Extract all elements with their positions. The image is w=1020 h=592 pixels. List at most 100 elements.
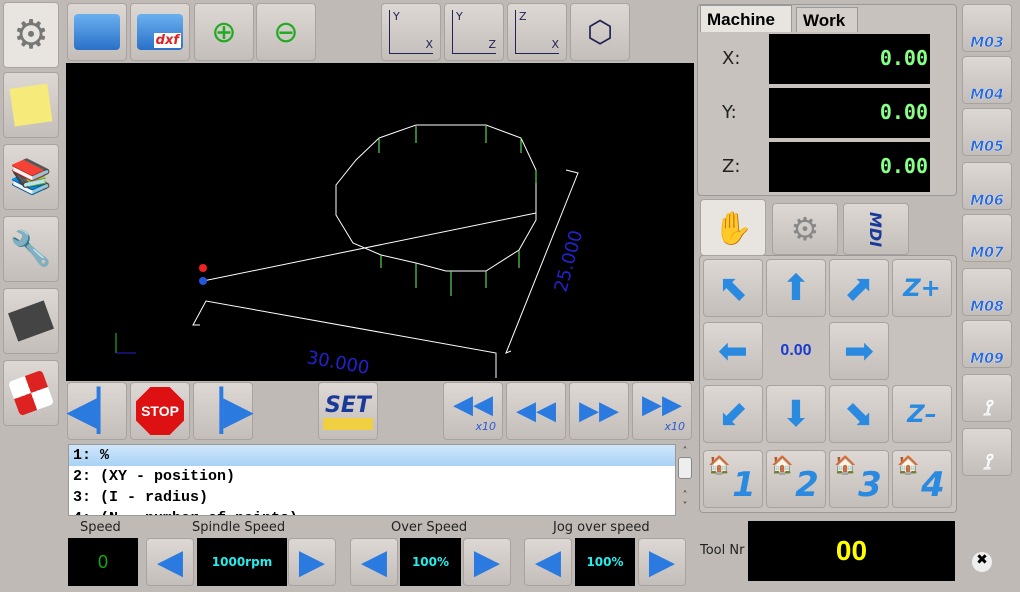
- sidebar-tools[interactable]: 🔧: [3, 216, 59, 282]
- jog-down-left-button[interactable]: ⬋: [703, 385, 763, 443]
- forward-x10-button[interactable]: ▶▶ x10: [632, 382, 692, 440]
- spindle-speed-display: 1000rpm: [197, 538, 287, 586]
- rewind-button[interactable]: ◀◀: [506, 382, 566, 440]
- jog-step-value: 0.00: [780, 342, 812, 359]
- stop-sign-icon: STOP: [136, 387, 184, 435]
- code-line[interactable]: 1: %: [69, 445, 675, 466]
- rewind-icon: ◀◀: [516, 396, 556, 426]
- tool-length-probe-button[interactable]: ⟟: [962, 374, 1012, 422]
- m07-mist-coolant-button[interactable]: M07: [962, 214, 1012, 262]
- axes-zx-icon: ZX: [515, 10, 559, 54]
- jog-up-left-button[interactable]: ⬉: [703, 259, 763, 317]
- spindle-speed-label: Spindle Speed: [192, 520, 286, 535]
- forward-button[interactable]: ▶▶: [569, 382, 629, 440]
- z-position: 0.00: [769, 142, 930, 192]
- set-button[interactable]: SET: [318, 382, 378, 440]
- m06-tool-change-button[interactable]: M06: [962, 162, 1012, 210]
- spindle-touch-icon: ⟟: [982, 450, 992, 475]
- tab-mdi[interactable]: MDI: [843, 203, 909, 255]
- tab-manual[interactable]: ✋: [700, 199, 766, 256]
- jog-right-button[interactable]: ➡: [829, 322, 889, 380]
- jog-up-button[interactable]: ⬆: [766, 259, 826, 317]
- jog-left-button[interactable]: ⬅: [703, 322, 763, 380]
- zoom-out-button[interactable]: ⊖: [256, 3, 316, 61]
- code-line[interactable]: 2: (XY - position): [69, 466, 675, 487]
- tool-touch-off-button[interactable]: ⟟: [962, 428, 1012, 476]
- code-scrollbar[interactable]: ˄ ˄ ˅: [678, 446, 692, 516]
- gears-icon: ⚙: [790, 210, 820, 248]
- prev-button[interactable]: ◀▏: [66, 382, 128, 440]
- axes-xy-icon: YX: [389, 10, 433, 54]
- spindle-decrease-button[interactable]: ◀: [146, 538, 194, 586]
- view-zx-button[interactable]: ZX: [507, 3, 567, 61]
- jog-z-minus-button[interactable]: Z–: [892, 385, 952, 443]
- house-icon: 🏠: [771, 455, 794, 476]
- sidebar-settings[interactable]: ⚙: [3, 2, 59, 68]
- toolpath-drawing: 30.000 25.000: [115, 124, 587, 379]
- jog-speed-increase-button[interactable]: ▶: [638, 538, 686, 586]
- zoom-in-button[interactable]: ⊕: [194, 3, 254, 61]
- open-file-button[interactable]: [67, 3, 127, 61]
- m09-coolant-off-button[interactable]: M09: [962, 320, 1012, 368]
- arrow-left-icon: ◀: [534, 542, 562, 582]
- home-2-button[interactable]: 🏠 2: [766, 450, 826, 508]
- over-speed-decrease-button[interactable]: ◀: [350, 538, 398, 586]
- note-pencil-icon: [9, 83, 53, 127]
- tab-work[interactable]: Work: [796, 7, 858, 32]
- jog-down-button[interactable]: ⬇: [766, 385, 826, 443]
- y-label: Y:: [722, 102, 737, 123]
- jog-speed-decrease-button[interactable]: ◀: [524, 538, 572, 586]
- jog-speed-display: 100%: [575, 538, 635, 586]
- over-speed-label: Over Speed: [391, 520, 468, 535]
- stop-button[interactable]: STOP: [130, 382, 190, 440]
- tool-nr-label: Tool Nr: [700, 543, 745, 558]
- code-line[interactable]: 4: (N - number of points): [69, 508, 675, 515]
- m04-spindle-ccw-button[interactable]: M04: [962, 56, 1012, 104]
- jog-up-right-button[interactable]: ⬈: [829, 259, 889, 317]
- zoom-out-icon: ⊖: [273, 14, 299, 50]
- sidebar-exit[interactable]: [3, 360, 59, 426]
- rewind-x10-button[interactable]: ◀◀ x10: [443, 382, 503, 440]
- m05-spindle-stop-button[interactable]: M05: [962, 108, 1012, 156]
- over-speed-increase-button[interactable]: ▶: [463, 538, 511, 586]
- m03-spindle-cw-button[interactable]: M03: [962, 4, 1012, 52]
- dimension-x: 30.000: [305, 347, 371, 379]
- toolpath-viewport[interactable]: 30.000 25.000: [66, 63, 694, 381]
- y-position: 0.00: [769, 88, 930, 138]
- arrow-left-icon: ⬅: [717, 330, 749, 372]
- x-label: X:: [722, 48, 741, 69]
- home-4-button[interactable]: 🏠 4: [892, 450, 952, 508]
- sidebar-editor[interactable]: [3, 72, 59, 138]
- fast-rewind-icon: ◀◀: [453, 389, 493, 420]
- close-icon[interactable]: ✖: [972, 552, 992, 572]
- run-button[interactable]: ▕▶: [192, 382, 254, 440]
- arrow-right-icon: ▶: [473, 542, 501, 582]
- books-icon: 📚: [9, 157, 53, 197]
- arrow-up-left-icon: ⬉: [717, 267, 749, 309]
- hand-icon: ✋: [713, 208, 753, 247]
- house-icon: 🏠: [708, 455, 731, 476]
- sidebar-hardware[interactable]: [3, 288, 59, 354]
- jog-z-plus-button[interactable]: Z+: [892, 259, 952, 317]
- tab-machine[interactable]: Machine: [700, 5, 792, 32]
- jog-over-speed-label: Jog over speed: [553, 520, 650, 535]
- open-dxf-button[interactable]: dxf: [130, 3, 190, 61]
- home-1-button[interactable]: 🏠 1: [703, 450, 763, 508]
- view-yz-button[interactable]: YZ: [444, 3, 504, 61]
- tab-auto[interactable]: ⚙: [772, 203, 838, 255]
- gcode-list[interactable]: 1: % 2: (XY - position) 3: (I - radius) …: [68, 444, 676, 516]
- speed-display: 0: [68, 538, 138, 586]
- spindle-probe-icon: ⟟: [982, 396, 992, 421]
- view-xy-button[interactable]: YX: [381, 3, 441, 61]
- step-back-icon: ◀▏: [66, 388, 128, 434]
- sidebar-library[interactable]: 📚: [3, 144, 59, 210]
- jog-down-right-button[interactable]: ⬊: [829, 385, 889, 443]
- code-line[interactable]: 3: (I - radius): [69, 487, 675, 508]
- view-3d-button[interactable]: ⬡: [570, 3, 630, 61]
- cube-3d-icon: ⬡: [586, 14, 614, 50]
- home-3-button[interactable]: 🏠 3: [829, 450, 889, 508]
- m08-flood-coolant-button[interactable]: M08: [962, 268, 1012, 316]
- spindle-increase-button[interactable]: ▶: [288, 538, 336, 586]
- play-icon: ▕▶: [192, 388, 254, 434]
- x-position: 0.00: [769, 34, 930, 84]
